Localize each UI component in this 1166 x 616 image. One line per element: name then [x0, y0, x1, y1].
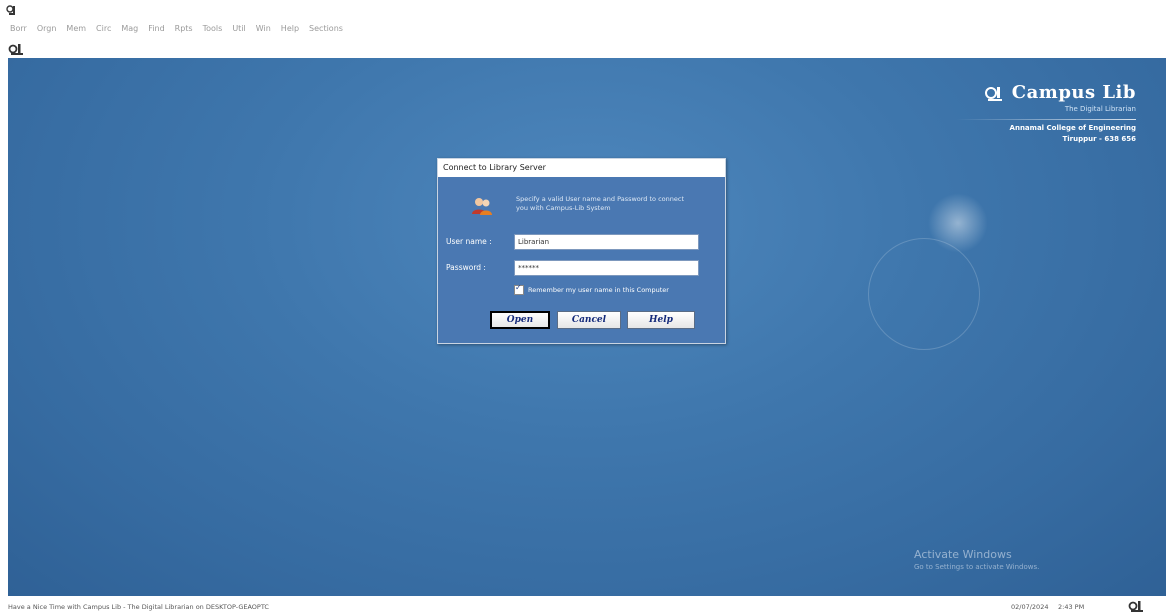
brand-tagline: The Digital Librarian	[1064, 105, 1136, 113]
app-logo-icon	[984, 86, 1002, 101]
app-logo-icon[interactable]	[6, 4, 18, 16]
remember-checkbox[interactable]	[514, 283, 524, 295]
user-group-icon	[472, 198, 492, 215]
menu-item[interactable]: Sections	[309, 24, 343, 36]
menu-item[interactable]: Win	[256, 24, 271, 36]
brand-divider	[956, 119, 1136, 120]
brand-name: Campus Lib	[1011, 82, 1136, 103]
password-label: Password :	[446, 263, 486, 272]
username-input[interactable]: Librarian	[514, 234, 699, 250]
dialog-body: Specify a valid User name and Password t…	[438, 177, 725, 343]
username-label: User name :	[446, 237, 492, 246]
menu-item[interactable]: Help	[281, 24, 299, 36]
remember-me-option[interactable]: Remember my user name in this Computer	[514, 283, 669, 295]
decorative-ring	[868, 238, 980, 350]
status-message: Have a Nice Time with Campus Lib - The D…	[8, 603, 269, 611]
menu-item[interactable]: Find	[148, 24, 164, 36]
menu-bar: Borr Orgn Mem Circ Mag Find Rpts Tools U…	[10, 24, 343, 36]
dialog-title: Connect to Library Server	[438, 159, 725, 177]
app-logo-icon[interactable]	[8, 42, 26, 56]
menu-item[interactable]: Mag	[121, 24, 138, 36]
cancel-button[interactable]: Cancel	[557, 311, 621, 329]
menu-item[interactable]: Tools	[203, 24, 223, 36]
menu-item[interactable]: Circ	[96, 24, 111, 36]
activation-watermark: Activate Windows Go to Settings to activ…	[914, 548, 1039, 571]
college-name: Annamal College of Engineering	[1009, 124, 1136, 132]
menu-item[interactable]: Mem	[66, 24, 86, 36]
status-time: 2:43 PM	[1058, 603, 1085, 611]
dialog-message: Specify a valid User name and Password t…	[516, 195, 685, 212]
menu-item[interactable]: Orgn	[37, 24, 57, 36]
menu-item[interactable]: Util	[232, 24, 245, 36]
menu-item[interactable]: Rpts	[175, 24, 193, 36]
status-date: 02/07/2024	[1011, 603, 1049, 611]
brand-block: Campus Lib The Digital Librarian Annamal…	[956, 82, 1136, 143]
remember-label: Remember my user name in this Computer	[528, 286, 669, 294]
password-input[interactable]: ******	[514, 260, 699, 276]
watermark-title: Activate Windows	[914, 548, 1012, 561]
login-dialog: Connect to Library Server Specify a vali…	[437, 158, 726, 344]
app-logo-icon	[1128, 601, 1143, 612]
watermark-subtitle: Go to Settings to activate Windows.	[914, 563, 1040, 571]
help-button[interactable]: Help	[627, 311, 695, 329]
status-bar: Have a Nice Time with Campus Lib - The D…	[0, 596, 1166, 616]
open-button[interactable]: Open	[490, 311, 550, 329]
campus-lib-window: Borr Orgn Mem Circ Mag Find Rpts Tools U…	[0, 0, 1166, 616]
menu-item[interactable]: Borr	[10, 24, 27, 36]
college-city: Tiruppur - 638 656	[1062, 135, 1136, 143]
